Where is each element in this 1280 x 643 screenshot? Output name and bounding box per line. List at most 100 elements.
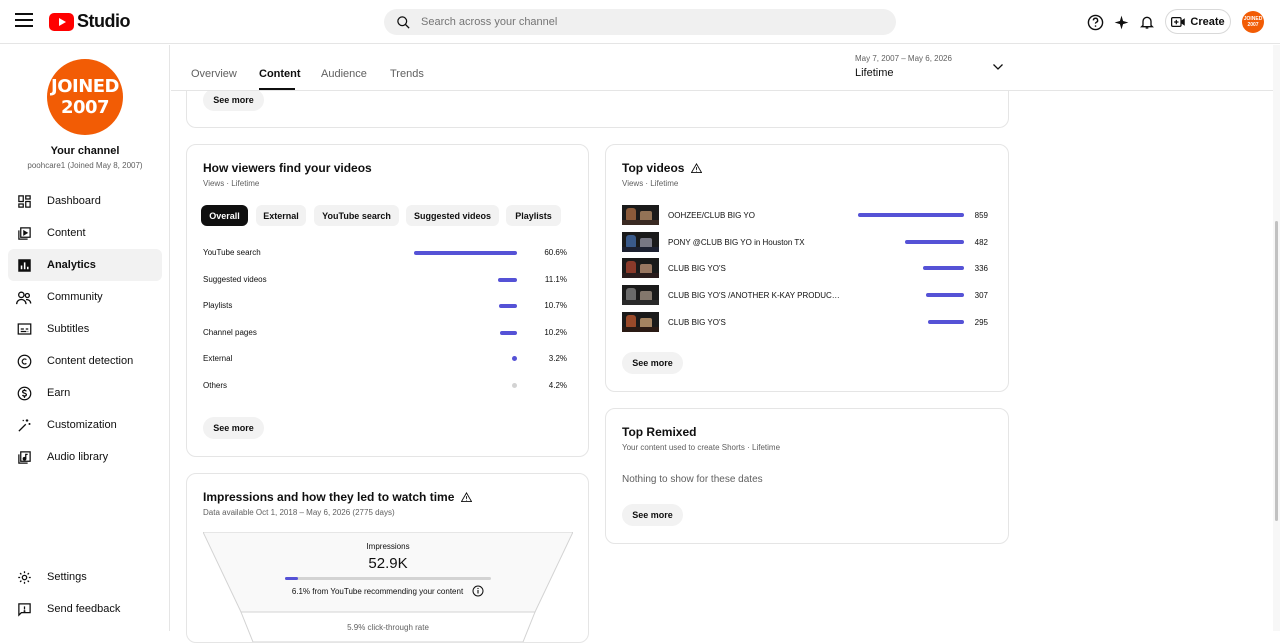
video-thumbnail[interactable] [622,311,659,332]
content-icon [16,225,32,241]
top-video-row[interactable]: CLUB BIG YO'S /ANOTHER K-KAY PRODUCTION 3… [622,285,988,306]
page-scrollbar[interactable] [1273,45,1280,631]
search-input[interactable] [421,16,861,28]
tab-audience[interactable]: Audience [321,68,367,80]
impressions-label: Impressions [366,542,410,551]
sidebar-item-label: Subtitles [47,323,90,335]
video-thumbnail[interactable] [622,285,659,306]
active-tab-indicator [259,88,295,90]
traffic-source-percent: 60.6% [544,248,567,257]
traffic-source-bar [499,330,517,335]
sidebar: JOINED 2007 Your channel poohcare1 (Join… [0,45,170,631]
search-icon [397,15,410,29]
see-more-button[interactable]: See more [203,89,264,111]
chip-youtube-search[interactable]: YouTube search [314,205,399,226]
traffic-source-row: Others 4.2% [203,379,569,393]
sidebar-item-content[interactable]: Content [8,217,162,249]
traffic-source-row: External 3.2% [203,352,569,366]
traffic-source-bar [414,251,517,255]
sidebar-item-label: Content [47,227,86,239]
sidebar-item-label: Earn [47,387,71,399]
sidebar-item-earn[interactable]: Earn [8,377,162,409]
video-title[interactable]: CLUB BIG YO'S [668,318,843,327]
sidebar-item-analytics[interactable]: Analytics [8,249,162,281]
date-range-picker[interactable]: May 7, 2007 – May 6, 2026 Lifetime [855,54,952,79]
scrollbar-thumb[interactable] [1275,221,1278,521]
sidebar-item-community[interactable]: Community [8,281,162,313]
channel-subtitle: poohcare1 (Joined May 8, 2007) [27,161,143,170]
dollar-icon [16,385,32,401]
analytics-tabs: Overview Content Audience Trends May 7, … [171,45,1273,91]
chip-suggested-videos[interactable]: Suggested videos [406,205,499,226]
traffic-source-row: Channel pages 10.2% [203,326,569,340]
tab-overview[interactable]: Overview [191,68,237,80]
sidebar-item-content-detection[interactable]: Content detection [8,345,162,377]
video-title[interactable]: CLUB BIG YO'S [668,264,843,273]
video-title[interactable]: PONY @CLUB BIG YO in Houston TX [668,238,843,247]
video-views-bar [904,239,964,244]
video-thumbnail[interactable] [622,205,659,225]
sidebar-item-customization[interactable]: Customization [8,409,162,441]
date-range-dates: May 7, 2007 – May 6, 2026 [855,54,952,63]
community-icon [16,289,32,305]
copyright-icon [16,353,32,369]
traffic-source-label: YouTube search [203,248,261,257]
empty-state-text: Nothing to show for these dates [622,474,763,485]
info-icon[interactable] [472,585,484,597]
card-title-text: Top videos [622,161,685,175]
sidebar-item-label: Community [47,291,103,303]
video-thumbnail[interactable] [622,258,659,279]
warning-icon[interactable] [461,492,473,502]
traffic-source-percent: 3.2% [548,354,567,364]
traffic-source-bar [512,356,517,362]
chip-external[interactable]: External [256,205,306,226]
see-more-button[interactable]: See more [203,417,264,439]
video-thumbnail[interactable] [622,231,659,252]
video-views-count: 295 [974,317,988,327]
tab-trends[interactable]: Trends [390,68,424,80]
top-video-row[interactable]: PONY @CLUB BIG YO in Houston TX 482 [622,231,988,252]
top-video-row[interactable]: OOHZEE/CLUB BIG YO 859 [622,205,988,225]
traffic-source-row: Suggested videos 11.1% [203,273,569,287]
impressions-note: 6.1% from YouTube recommending your cont… [203,585,573,597]
tab-content[interactable]: Content [259,68,301,80]
chip-overall[interactable]: Overall [201,205,248,226]
traffic-source-bar [498,304,517,309]
video-title[interactable]: CLUB BIG YO'S /ANOTHER K-KAY PRODUCTION [668,291,843,300]
top-video-row[interactable]: CLUB BIG YO'S 336 [622,258,988,279]
notifications-icon[interactable] [1136,11,1158,33]
sidebar-item-dashboard[interactable]: Dashboard [8,185,162,217]
account-avatar[interactable]: JOINED 2007 [1242,11,1264,33]
warning-icon[interactable] [691,163,703,173]
studio-logo[interactable]: Studio [49,11,131,32]
channel-avatar[interactable]: JOINED 2007 [47,59,123,135]
sidebar-item-settings[interactable]: Settings [8,561,162,593]
date-range-label: Lifetime [855,67,894,79]
menu-icon[interactable] [15,13,33,29]
magic-wand-icon [16,417,32,433]
search-box[interactable] [384,9,896,35]
chip-playlists[interactable]: Playlists [506,205,561,226]
sidebar-item-send-feedback[interactable]: Send feedback [8,593,162,625]
card-title-text: Impressions and how they led to watch ti… [203,490,455,504]
see-more-button[interactable]: See more [622,504,683,526]
impressions-note-text: 6.1% from YouTube recommending your cont… [291,586,464,596]
card-subtitle: Your content used to create Shorts · Lif… [622,443,781,452]
see-more-button[interactable]: See more [622,352,683,374]
top-videos-card: Top videos Views · Lifetime OOHZEE/CLUB … [605,144,1009,392]
traffic-sources-card: How viewers find your videos Views · Lif… [186,144,589,457]
card-title: How viewers find your videos [203,161,372,175]
video-views-count: 307 [974,291,988,301]
chevron-down-icon[interactable] [992,62,1004,72]
sidebar-item-label: Content detection [47,355,134,367]
video-title[interactable]: OOHZEE/CLUB BIG YO [668,211,843,220]
create-button[interactable]: Create [1165,9,1231,34]
video-views-count: 336 [974,264,988,274]
top-video-row[interactable]: CLUB BIG YO'S 295 [622,311,988,332]
sidebar-item-audio-library[interactable]: Audio library [8,441,162,473]
sidebar-item-subtitles[interactable]: Subtitles [8,313,162,345]
dashboard-icon [16,193,32,209]
sidebar-item-label: Customization [47,419,117,431]
sparkle-icon[interactable] [1110,11,1132,33]
help-icon[interactable] [1084,11,1106,33]
